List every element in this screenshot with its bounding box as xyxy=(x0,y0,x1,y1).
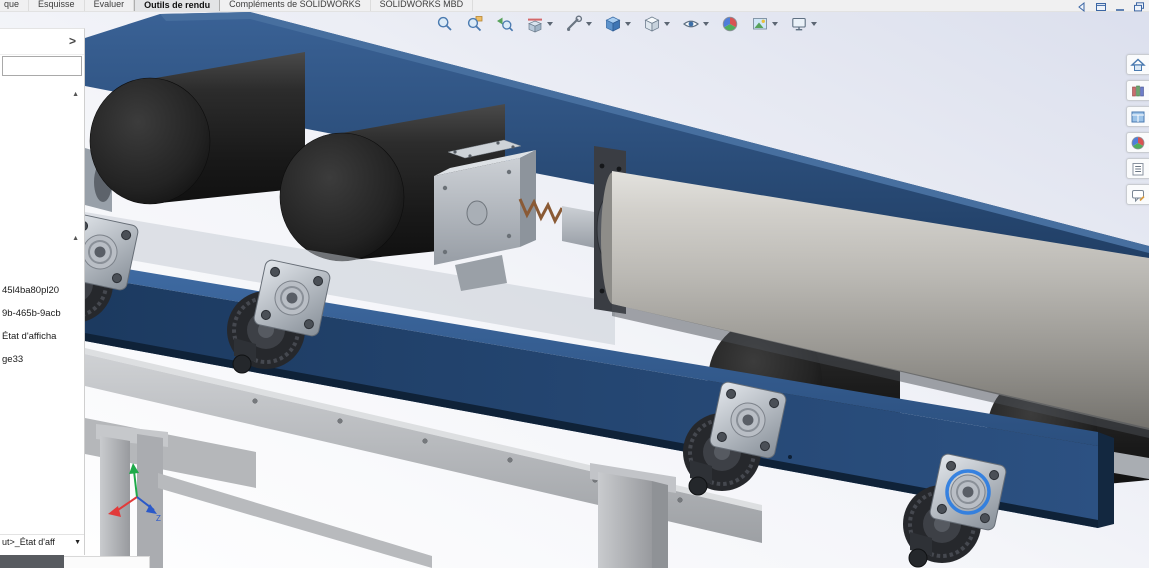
edit-appearance-icon xyxy=(722,16,738,32)
tree-item[interactable]: ge33 xyxy=(0,348,84,371)
dropdown-caret-icon[interactable] xyxy=(772,22,778,26)
tab-solidworks-mbd[interactable]: SOLIDWORKS MBD xyxy=(371,0,474,11)
home-icon xyxy=(1130,58,1146,71)
window-controls xyxy=(1075,1,1146,12)
previous-view-button[interactable] xyxy=(493,13,517,35)
configuration-label: ut>_État d'aff xyxy=(2,537,55,547)
viewport-3d-scene[interactable]: Z xyxy=(0,0,1149,568)
configuration-dropdown-icon[interactable]: ▼ xyxy=(74,535,81,549)
dropdown-caret-icon[interactable] xyxy=(664,22,670,26)
tab-esquisse[interactable]: Esquisse xyxy=(29,0,85,11)
design-library-button[interactable] xyxy=(1126,80,1149,101)
featuremanager-panel: > ▲ ▲ 45l4ba80pl20 9b-465b-9acb État d'a… xyxy=(0,28,85,555)
section-view-button[interactable] xyxy=(523,13,556,35)
tree-filter-input[interactable] xyxy=(2,56,82,76)
zoom-area-icon xyxy=(467,16,483,32)
window-restore-icon[interactable] xyxy=(1132,1,1146,12)
design-library-icon xyxy=(1132,85,1144,96)
view-settings-button[interactable] xyxy=(787,13,820,35)
measure-icon xyxy=(567,15,583,31)
window-back-icon[interactable] xyxy=(1075,1,1089,12)
dropdown-caret-icon[interactable] xyxy=(586,22,592,26)
scroll-up-button[interactable]: ▲ xyxy=(72,91,79,99)
tree-item[interactable]: 45l4ba80pl20 xyxy=(0,279,84,302)
section-view-icon xyxy=(528,18,542,33)
display-style-icon xyxy=(644,16,660,32)
window-icon[interactable] xyxy=(1094,1,1108,12)
tab-partial[interactable]: que xyxy=(0,0,30,11)
tree-item[interactable]: 9b-465b-9acb xyxy=(0,302,84,325)
window-minimize-icon[interactable] xyxy=(1113,1,1127,12)
dropdown-caret-icon[interactable] xyxy=(811,22,817,26)
scroll-up-button[interactable]: ▲ xyxy=(72,235,79,243)
display-style-button[interactable] xyxy=(640,13,673,35)
forum-button[interactable] xyxy=(1126,184,1149,205)
tab-outils-de-rendu[interactable]: Outils de rendu xyxy=(134,0,221,11)
commandmanager-tabbar: que Esquisse Évaluer Outils de rendu Com… xyxy=(0,0,1149,12)
triad-z-label: Z xyxy=(156,514,161,523)
dropdown-caret-icon[interactable] xyxy=(703,22,709,26)
task-pane-tabs xyxy=(1126,54,1149,205)
dropdown-caret-icon[interactable] xyxy=(625,22,631,26)
dropdown-caret-icon[interactable] xyxy=(547,22,553,26)
tree-item[interactable]: État d'afficha xyxy=(0,325,84,348)
custom-properties-icon xyxy=(1132,162,1144,175)
resources-home-button[interactable] xyxy=(1126,54,1149,75)
apply-scene-icon xyxy=(753,18,767,30)
feature-tree: 45l4ba80pl20 9b-465b-9acb État d'afficha… xyxy=(0,279,84,371)
appearances-button[interactable] xyxy=(1126,132,1149,153)
appearances-icon xyxy=(1131,136,1145,149)
view-palette-button[interactable] xyxy=(1126,106,1149,127)
custom-properties-button[interactable] xyxy=(1126,158,1149,179)
tab-complements-solidworks[interactable]: Compléments de SOLIDWORKS xyxy=(220,0,371,11)
view-orientation-button[interactable] xyxy=(601,13,634,35)
edit-appearance-button[interactable] xyxy=(718,13,742,35)
previous-view-icon xyxy=(497,17,514,32)
measure-button[interactable] xyxy=(562,13,595,35)
zoom-fit-button[interactable] xyxy=(433,13,457,35)
bottom-dark-strip xyxy=(0,555,64,568)
forum-icon xyxy=(1132,189,1145,202)
hide-show-items-button[interactable] xyxy=(679,13,712,35)
hide-show-icon xyxy=(683,20,699,28)
tab-evaluer[interactable]: Évaluer xyxy=(85,0,135,11)
zoom-fit-icon xyxy=(437,16,452,31)
panel-expand-button[interactable]: > xyxy=(69,34,76,48)
view-settings-icon xyxy=(792,17,806,31)
view-orientation-icon xyxy=(605,16,621,32)
view-palette-icon xyxy=(1131,111,1145,122)
apply-scene-button[interactable] xyxy=(748,13,781,35)
bottom-white-strip xyxy=(64,556,150,568)
headsup-view-toolbar xyxy=(433,13,820,35)
featuremanager-header: > xyxy=(0,29,84,55)
configuration-bar[interactable]: ut>_État d'aff ▼ xyxy=(0,534,84,549)
zoom-area-button[interactable] xyxy=(463,13,487,35)
